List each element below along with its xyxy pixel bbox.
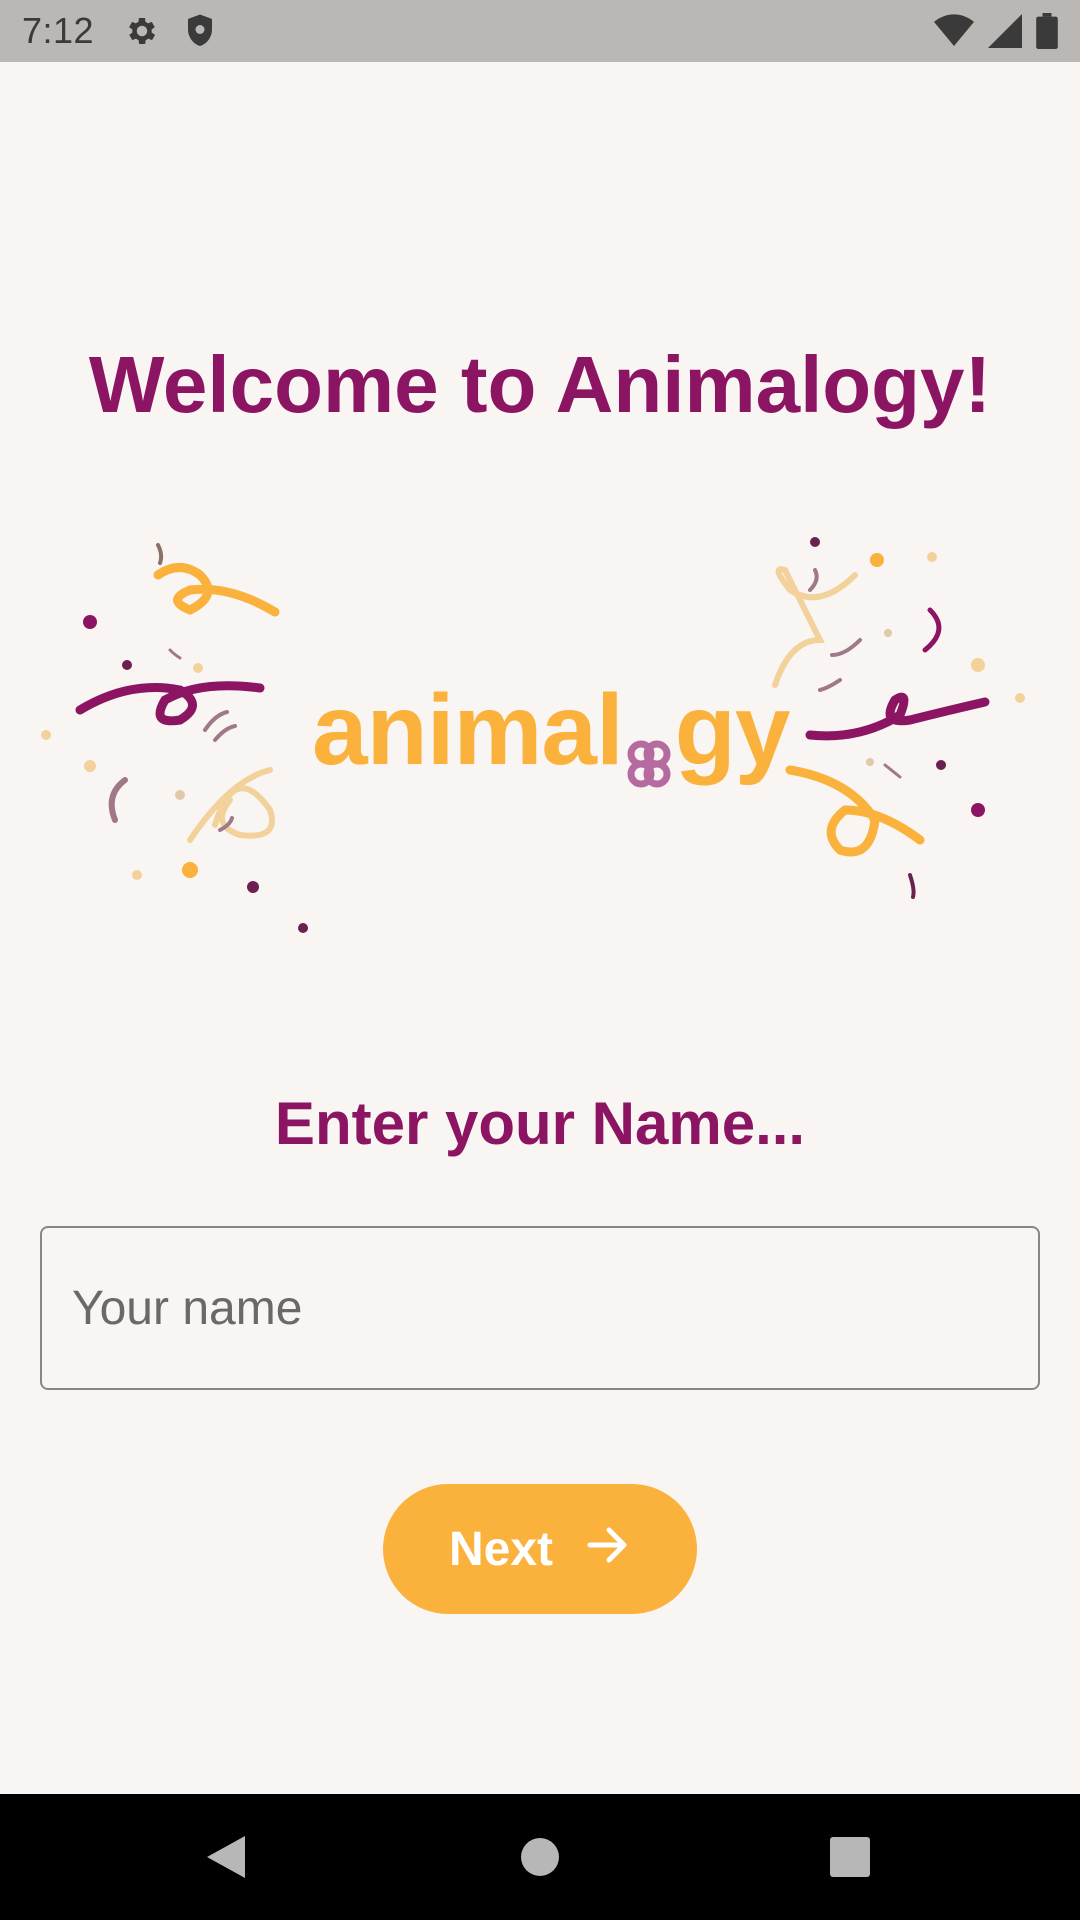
animalogy-logo: animal gy	[30, 530, 1040, 950]
back-button[interactable]	[146, 1794, 306, 1920]
back-icon	[207, 1836, 245, 1878]
logo-knot-icon	[624, 700, 674, 788]
status-left-icons	[124, 13, 216, 49]
recents-button[interactable]	[770, 1794, 930, 1920]
arrow-right-icon	[587, 1522, 631, 1577]
next-button[interactable]: Next	[383, 1484, 697, 1614]
logo-wordmark: animal gy	[312, 670, 792, 790]
navigation-bar	[0, 1794, 1080, 1920]
wifi-icon	[934, 14, 974, 48]
logo-text-start: animal	[312, 674, 624, 786]
status-right-icons	[934, 13, 1058, 49]
gear-icon	[124, 13, 160, 49]
logo-text-end: gy	[674, 674, 791, 786]
signal-icon	[988, 14, 1022, 48]
next-button-label: Next	[448, 1522, 554, 1576]
battery-icon	[1036, 13, 1058, 49]
recents-icon	[830, 1837, 870, 1877]
home-button[interactable]	[460, 1794, 620, 1920]
welcome-title: Welcome to Animalogy!	[88, 340, 992, 429]
name-input[interactable]	[40, 1226, 1040, 1390]
shield-icon	[184, 13, 216, 49]
status-time: 7:12	[22, 10, 95, 51]
home-icon	[521, 1838, 559, 1876]
status-bar: 7:12	[0, 0, 1080, 62]
name-prompt-label: Enter your Name...	[274, 1090, 806, 1157]
